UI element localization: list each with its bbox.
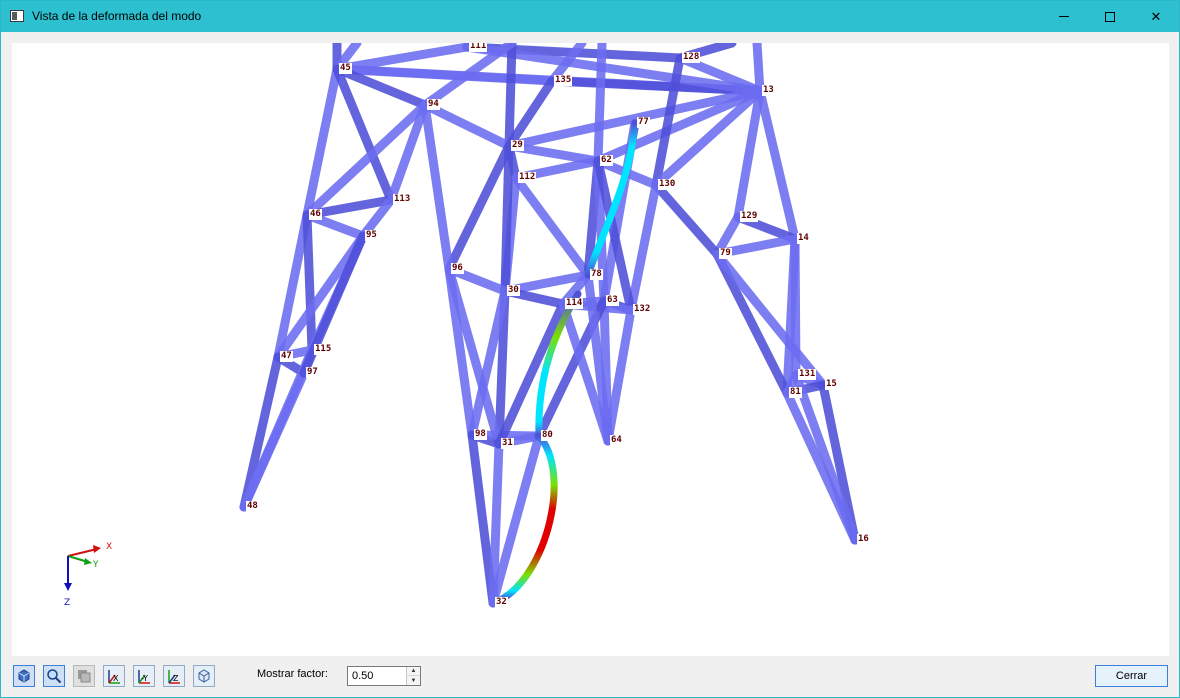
member-130-79 (651, 180, 722, 259)
node-label-14: 14 (797, 233, 810, 244)
member-13-14 (755, 86, 800, 244)
svg-text:-Y: -Y (141, 674, 148, 683)
node-label-130: 130 (658, 179, 677, 190)
view-x-button[interactable]: X (103, 665, 125, 687)
node-label-29: 29 (511, 140, 524, 151)
node-label-30: 30 (507, 285, 520, 296)
member-46-115 (302, 210, 317, 355)
node-label-129: 129 (740, 211, 759, 222)
node-label-97: 97 (306, 367, 319, 378)
window-title: Vista de la deformada del modo (32, 9, 202, 23)
deformed-mode-viewport[interactable]: 45 111 128 135 13 94 77 29 62 112 130 46 113 129 14 95 7… (12, 43, 1169, 656)
maximize-button[interactable] (1087, 1, 1133, 32)
display-factor-label: Mostrar factor: (257, 668, 328, 680)
app-window-icon (10, 10, 24, 22)
mode-shape-window: Vista de la deformada del modo ✕ 45 111 12… (0, 0, 1180, 698)
node-label-63: 63 (606, 295, 619, 306)
node-label-79: 79 (719, 248, 732, 259)
render-button[interactable] (73, 665, 95, 687)
node-label-96: 96 (451, 263, 464, 274)
chevron-up-icon: ▲ (410, 668, 417, 674)
node-label-15: 15 (825, 379, 838, 390)
node-label-45: 45 (339, 63, 352, 74)
node-label-115: 115 (314, 344, 333, 355)
chevron-down-icon: ▼ (410, 677, 417, 684)
minimize-icon (1059, 16, 1069, 17)
member-29-96 (444, 141, 514, 274)
node-label-32: 32 (495, 597, 508, 608)
node-label-80: 80 (541, 430, 554, 441)
close-icon: ✕ (1150, 8, 1162, 24)
member-29-30 (500, 141, 514, 296)
node-label-13: 13 (762, 85, 775, 96)
node-label-94: 94 (427, 99, 440, 110)
node-label-78: 78 (590, 269, 603, 280)
member-114-31 (494, 299, 568, 449)
axis-x-view-icon: X (108, 670, 120, 684)
spinner-up-button[interactable]: ▲ (406, 667, 420, 676)
member-62-13 (593, 86, 765, 166)
member-132-64 (603, 305, 636, 446)
magnifier-icon (47, 669, 62, 684)
node-label-64: 64 (610, 435, 623, 446)
svg-text:X: X (113, 674, 119, 683)
node-label-77: 77 (637, 117, 650, 128)
member-T7-13 (752, 43, 765, 96)
view-3d-button[interactable] (13, 665, 35, 687)
node-label-46: 46 (309, 209, 322, 220)
axis-z-label: Z (64, 598, 71, 608)
node-label-62: 62 (600, 155, 613, 166)
member-T5-62 (593, 43, 607, 166)
node-label-131: 131 (798, 369, 817, 380)
iso-view-button[interactable] (193, 665, 215, 687)
view-z-button[interactable]: Z (163, 665, 185, 687)
member-T3-29 (504, 43, 517, 151)
zoom-button[interactable] (43, 665, 65, 687)
minimize-button[interactable] (1041, 1, 1087, 32)
node-label-31: 31 (501, 438, 514, 449)
node-label-98: 98 (474, 429, 487, 440)
member-112-78 (511, 173, 593, 280)
node-label-135: 135 (554, 75, 573, 86)
svg-text:Z: Z (173, 674, 179, 683)
node-label-48: 48 (246, 501, 259, 512)
bottom-toolbar: X -Y Z Mostrar factor: ▲ ▼ Cerrar (1, 661, 1179, 697)
axis-z-view-icon: Z (168, 670, 180, 684)
node-label-132: 132 (633, 304, 652, 315)
node-label-114: 114 (565, 298, 584, 309)
node-label-95: 95 (365, 230, 378, 241)
close-button[interactable]: Cerrar (1095, 665, 1168, 687)
render-icon (78, 670, 91, 683)
view-neg-y-button[interactable]: -Y (133, 665, 155, 687)
display-factor-input[interactable] (348, 667, 406, 685)
node-label-112: 112 (518, 172, 537, 183)
node-label-113: 113 (393, 194, 412, 205)
spinner-down-button[interactable]: ▼ (406, 676, 420, 685)
cube-view-icon (18, 669, 30, 683)
node-label-128: 128 (682, 52, 701, 63)
node-label-81: 81 (789, 387, 802, 398)
node-label-47: 47 (280, 351, 293, 362)
title-bar[interactable]: Vista de la deformada del modo ✕ (1, 1, 1179, 32)
axis-neg-y-view-icon: -Y (138, 670, 150, 684)
member-94-96 (420, 100, 454, 274)
close-window-button[interactable]: ✕ (1133, 1, 1179, 32)
member-130-132 (626, 180, 661, 315)
maximize-icon (1105, 11, 1115, 22)
axis-x-label: X (106, 542, 113, 552)
node-label-16: 16 (857, 534, 870, 545)
tower-structure-drawing (64, 43, 860, 608)
member-94-29 (420, 100, 514, 151)
iso-box-icon (198, 669, 210, 683)
node-label-111: 111 (469, 43, 488, 52)
display-factor-spinner[interactable]: ▲ ▼ (347, 666, 421, 686)
axis-y-label: Y (93, 560, 99, 570)
